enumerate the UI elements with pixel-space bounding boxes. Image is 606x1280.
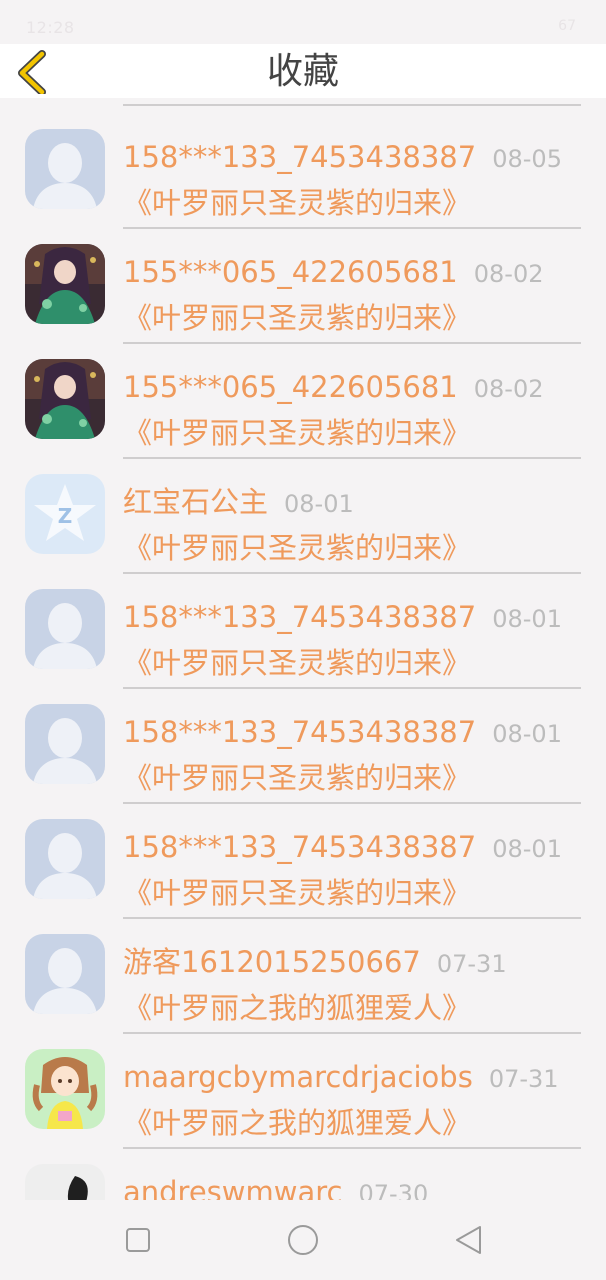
header: 收藏 — [0, 44, 606, 98]
item-user-name-text: 游客1612015250667 — [123, 945, 421, 979]
item-date: 08-02 — [473, 260, 544, 288]
list-item[interactable]: 158***133_7453438387 08-01 《叶罗丽只圣灵紫的归来》 — [0, 796, 606, 919]
item-user-name: 155***065_422605681 08-02 — [123, 254, 544, 292]
item-book-title[interactable]: 《叶罗丽只圣灵紫的归来》 — [123, 300, 471, 336]
item-date: 07-31 — [436, 950, 507, 978]
item-date: 07-31 — [488, 1065, 559, 1093]
item-user-name-text: 158***133_7453438387 — [123, 600, 477, 634]
system-back-button[interactable] — [450, 1220, 490, 1260]
list-item[interactable]: 游客1612015250667 07-31 《叶罗丽之我的狐狸爱人》 — [0, 911, 606, 1034]
item-user-name: 158***133_7453438387 08-01 — [123, 599, 562, 637]
anime-girl-avatar[interactable] — [25, 244, 105, 324]
item-user-name-text: maargcbymarcdrjaciobs — [123, 1060, 473, 1094]
anime-girl-avatar[interactable] — [25, 359, 105, 439]
system-nav-bar — [0, 1200, 606, 1280]
default-avatar[interactable] — [25, 589, 105, 669]
list-item[interactable]: 155***065_422605681 08-02 《叶罗丽只圣灵紫的归来》 — [0, 221, 606, 344]
item-book-title[interactable]: 《叶罗丽只圣灵紫的归来》 — [123, 530, 471, 566]
item-book-title[interactable]: 《叶罗丽之我的狐狸爱人》 — [123, 1105, 471, 1141]
item-date: 08-01 — [492, 720, 562, 748]
cartoon-girl-avatar[interactable] — [25, 1049, 105, 1129]
status-bar: 12:28 67 — [0, 0, 606, 44]
default-avatar[interactable] — [25, 934, 105, 1014]
item-book-title[interactable]: 《叶罗丽只圣灵紫的归来》 — [123, 875, 471, 911]
default-avatar[interactable] — [25, 819, 105, 899]
item-user-name-text: 158***133_7453438387 — [123, 830, 477, 864]
recent-apps-button[interactable] — [118, 1220, 158, 1260]
item-user-name: 158***133_7453438387 08-05 — [123, 139, 562, 177]
item-user-name-text: 158***133_7453438387 — [123, 140, 477, 174]
list-item[interactable]: 155***065_422605681 08-02 《叶罗丽只圣灵紫的归来》 — [0, 336, 606, 459]
item-date: 08-02 — [473, 375, 544, 403]
list-item[interactable]: 158***133_7453438387 08-01 《叶罗丽只圣灵紫的归来》 — [0, 566, 606, 689]
home-button[interactable] — [283, 1220, 323, 1260]
default-avatar[interactable] — [25, 129, 105, 209]
item-user-name: 158***133_7453438387 08-01 — [123, 829, 562, 867]
item-date: 08-05 — [492, 145, 562, 173]
item-user-name: 158***133_7453438387 08-01 — [123, 714, 562, 752]
item-user-name: maargcbymarcdrjaciobs 07-31 — [123, 1059, 559, 1097]
list-item[interactable]: 158***133_7453438387 08-05 《叶罗丽只圣灵紫的归来》 — [0, 106, 606, 229]
item-user-name-text: 155***065_422605681 — [123, 370, 458, 404]
item-date: 08-01 — [284, 490, 354, 518]
home-icon — [288, 1225, 318, 1255]
recent-apps-icon — [126, 1228, 150, 1252]
item-user-name-text: 红宝石公主 — [123, 485, 269, 519]
back-icon — [456, 1226, 481, 1254]
silhouette-avatar[interactable] — [25, 1164, 105, 1200]
item-date: 08-01 — [492, 835, 562, 863]
item-user-name-text: 155***065_422605681 — [123, 255, 458, 289]
svg-text:Z: Z — [58, 504, 73, 528]
item-user-name: andreswmwarc 07-30 — [123, 1174, 428, 1200]
list-item[interactable]: 158***133_7453438387 08-01 《叶罗丽只圣灵紫的归来》 — [0, 681, 606, 804]
item-date: 07-30 — [358, 1180, 429, 1200]
page-title: 收藏 — [266, 51, 339, 92]
item-user-name-text: 158***133_7453438387 — [123, 715, 477, 749]
item-book-title[interactable]: 《叶罗丽只圣灵紫的归来》 — [123, 760, 471, 796]
item-user-name: 155***065_422605681 08-02 — [123, 369, 544, 407]
default-avatar[interactable] — [25, 704, 105, 784]
status-time: 12:28 — [26, 18, 75, 37]
item-user-name-text: andreswmwarc — [123, 1175, 343, 1200]
item-book-title[interactable]: 《叶罗丽只圣灵紫的归来》 — [123, 185, 471, 221]
qq-star-avatar[interactable]: Z — [25, 474, 105, 554]
item-user-name: 游客1612015250667 07-31 — [123, 944, 507, 982]
item-user-name: 红宝石公主 08-01 — [123, 484, 354, 522]
list-item[interactable]: andreswmwarc 07-30 — [0, 1141, 606, 1200]
item-book-title[interactable]: 《叶罗丽只圣灵紫的归来》 — [123, 415, 471, 451]
item-date: 08-01 — [492, 605, 562, 633]
list-item[interactable]: maargcbymarcdrjaciobs 07-31 《叶罗丽之我的狐狸爱人》 — [0, 1026, 606, 1149]
status-battery: 67 — [558, 18, 576, 34]
favorites-list[interactable]: 158***133_7453438387 08-05 《叶罗丽只圣灵紫的归来》 155… — [0, 98, 606, 1200]
list-item[interactable]: Z 红宝石公主 08-01 《叶罗丽只圣灵紫的归来》 — [0, 451, 606, 574]
item-book-title[interactable]: 《叶罗丽之我的狐狸爱人》 — [123, 990, 471, 1026]
item-book-title[interactable]: 《叶罗丽只圣灵紫的归来》 — [123, 645, 471, 681]
